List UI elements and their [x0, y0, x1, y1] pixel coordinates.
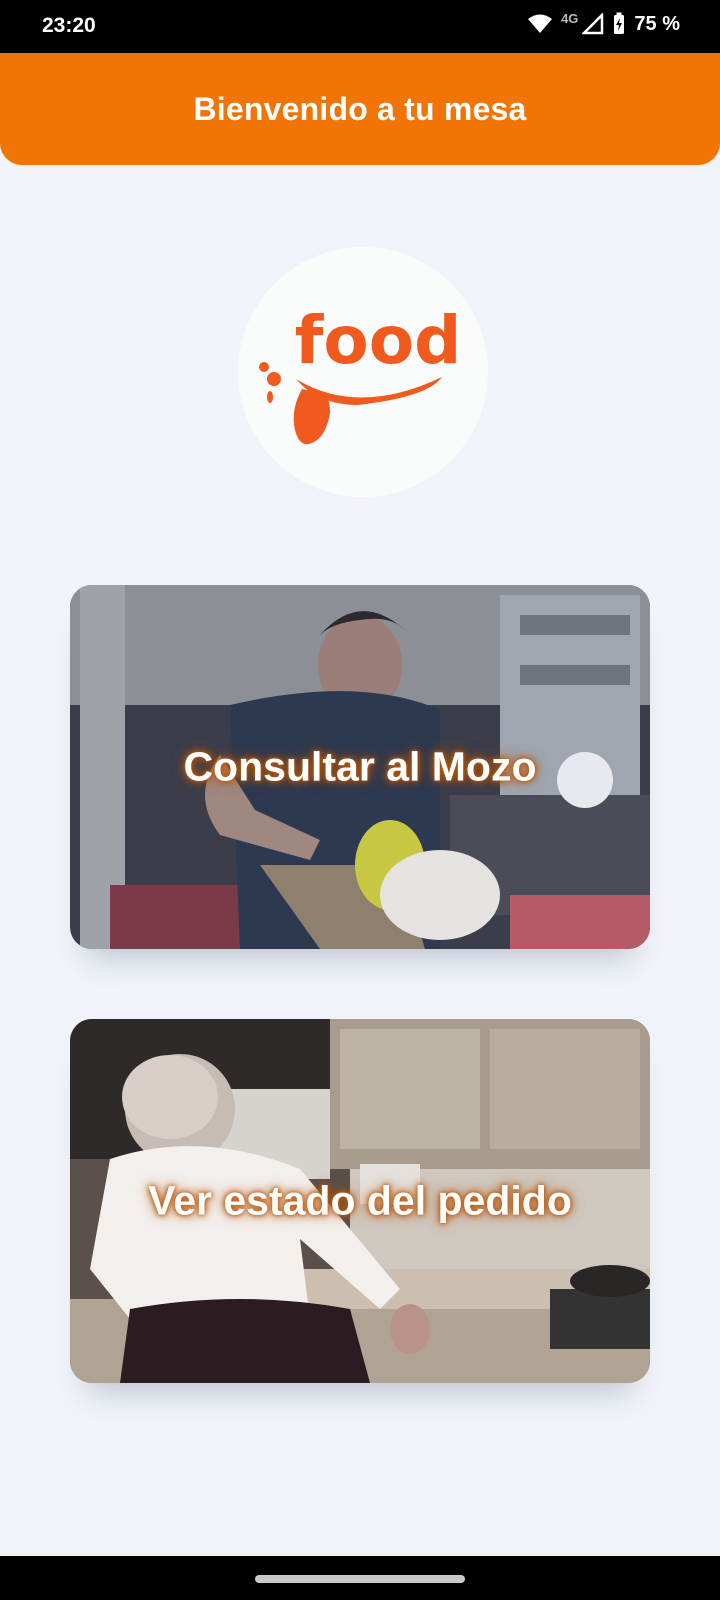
signal-icon — [582, 13, 604, 35]
consult-waiter-card[interactable]: Consultar al Mozo — [70, 585, 650, 949]
status-bar: 23:20 4G 75 % — [0, 0, 720, 53]
page-title: Bienvenido a tu mesa — [193, 90, 527, 127]
wifi-icon — [528, 14, 553, 33]
consult-waiter-label: Consultar al Mozo — [183, 743, 537, 790]
order-status-label: Ver estado del pedido — [148, 1177, 572, 1224]
network-type-label: 4G — [561, 10, 579, 26]
order-status-card[interactable]: Ver estado del pedido — [70, 1019, 650, 1383]
status-time: 23:20 — [42, 14, 96, 37]
home-gesture-handle[interactable] — [255, 1575, 465, 1583]
food-logo-image: food — [259, 302, 462, 445]
system-navigation-bar — [0, 1556, 720, 1600]
status-icons: 4G 75 % — [527, 10, 680, 36]
food-logo: food — [238, 247, 488, 497]
logo-text: food — [295, 302, 462, 379]
app-header: Bienvenido a tu mesa — [0, 53, 720, 165]
battery-charging-icon — [614, 12, 625, 34]
battery-percent: 75 % — [634, 12, 680, 35]
